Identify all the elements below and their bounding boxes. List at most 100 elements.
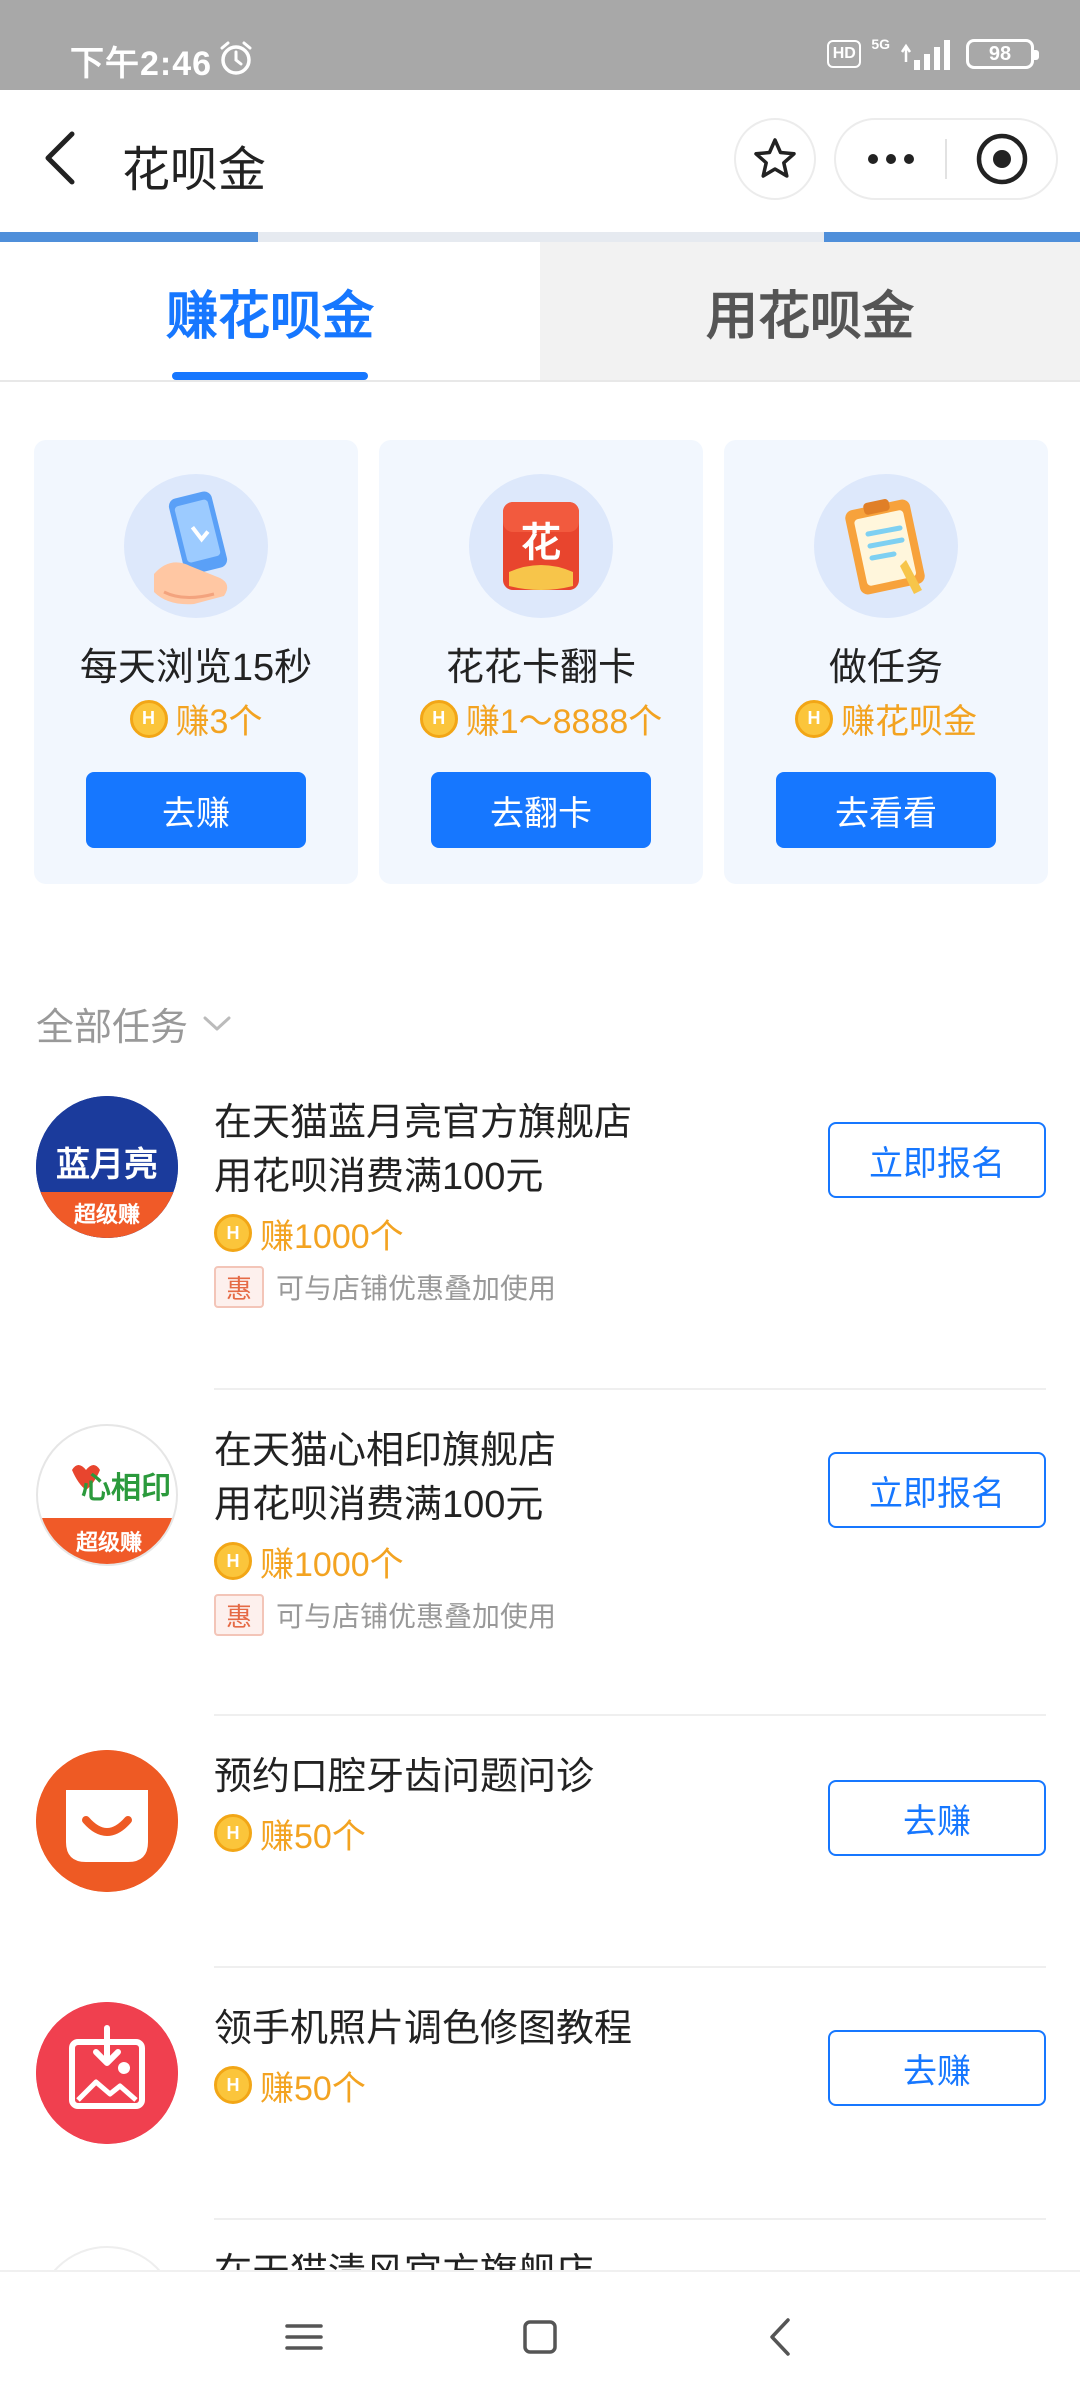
chevron-down-icon <box>203 1016 231 1030</box>
dental-service-logo <box>36 1750 178 1892</box>
tab-use[interactable]: 用花呗金 <box>540 242 1080 380</box>
enroll-button[interactable]: 立即报名 <box>828 1452 1046 1528</box>
task-item: 预约口腔牙齿问题问诊 H 赚50个 去赚 <box>36 1750 1046 1900</box>
target-icon <box>976 133 1027 185</box>
feature-cards: 每天浏览15秒 H 赚3个 去赚 花 花花卡翻卡 H 赚1～8888个 去翻卡 <box>34 440 1048 884</box>
discount-badge: 惠 <box>214 1266 264 1308</box>
flower-card-char: 花 <box>521 520 561 566</box>
task-note-text: 可与店铺优惠叠加使用 <box>276 1601 557 1632</box>
flower-card-icon: 花 <box>469 474 613 618</box>
coin-icon: H <box>214 1214 252 1252</box>
brand-logo-text: 蓝月亮 <box>56 1145 158 1185</box>
card-reward-text: 赚1～8888个 <box>465 703 663 741</box>
decorative-strip <box>0 232 1080 242</box>
task-divider <box>214 2218 1046 2220</box>
coin-icon: H <box>214 2066 252 2104</box>
tab-active-indicator <box>172 372 368 380</box>
page-title: 花呗金 <box>122 144 267 197</box>
brand-logo-text: 心相印 <box>81 1471 171 1506</box>
status-indicators: HD 5G 98 <box>827 36 1039 70</box>
card-reward-text: 赚花呗金 <box>841 703 977 741</box>
coin-icon: H <box>129 699 168 738</box>
task-title: 在天猫蓝月亮官方旗舰店 <box>214 1102 633 1144</box>
phone-hand-icon <box>124 474 268 618</box>
coin-icon: H <box>214 1814 252 1852</box>
coin-icon: H <box>214 1542 252 1580</box>
task-title: 用花呗消费满100元 <box>214 1484 544 1526</box>
strip-segment <box>824 232 1080 242</box>
discount-badge: 惠 <box>214 1594 264 1636</box>
card-reward: H 赚花呗金 <box>724 694 1048 743</box>
task-item: 领手机照片调色修图教程 H 赚50个 去赚 <box>36 2002 1046 2152</box>
task-text: 在天猫蓝月亮官方旗舰店 用花呗消费满100元 H 赚1000个 惠 可与店铺优惠… <box>214 1096 834 1308</box>
task-reward: H 赚1000个 <box>214 1538 834 1584</box>
mini-program-capsule <box>834 118 1058 200</box>
task-item: 蓝月亮 超级赚 在天猫蓝月亮官方旗舰店 用花呗消费满100元 H 赚1000个 … <box>36 1096 1046 1316</box>
home-square-icon[interactable] <box>515 2312 565 2362</box>
card-reward: H 赚1～8888个 <box>379 694 703 743</box>
hd-badge: HD <box>827 40 862 68</box>
star-icon <box>754 138 796 178</box>
strip-segment <box>0 232 258 242</box>
nav-bar: 花呗金 <box>0 90 1080 232</box>
task-reward-text: 赚50个 <box>260 1817 366 1856</box>
task-reward: H 赚50个 <box>214 2062 834 2108</box>
earn-button[interactable]: 去赚 <box>828 2030 1046 2106</box>
battery-indicator: 98 <box>966 39 1039 69</box>
task-divider <box>214 1714 1046 1716</box>
task-title: 预约口腔牙齿问题问诊 <box>214 1756 595 1798</box>
earn-button[interactable]: 去赚 <box>828 1780 1046 1856</box>
coin-icon: H <box>795 699 833 738</box>
brand-logo-sub: 超级赚 <box>74 1202 140 1228</box>
photo-tutorial-logo <box>36 2002 178 2144</box>
task-title: 用花呗消费满100元 <box>214 1156 544 1198</box>
system-nav-bar <box>0 2270 1080 2400</box>
brand-logo: 心相印 超级赚 <box>36 1424 178 1566</box>
card-title: 做任务 <box>828 647 943 689</box>
card-browse: 每天浏览15秒 H 赚3个 去赚 <box>34 440 358 884</box>
alarm-icon <box>220 41 252 75</box>
system-back-icon[interactable] <box>756 2312 806 2362</box>
task-title: 在天猫心相印旗舰店 <box>214 1430 557 1472</box>
task-divider <box>214 1966 1046 1968</box>
tab-use-label: 用花呗金 <box>705 287 914 346</box>
task-reward-text: 赚50个 <box>260 2069 366 2108</box>
brand-logo: 蓝月亮 超级赚 <box>36 1096 178 1238</box>
coin-icon: H <box>419 699 458 738</box>
network-label: 5G <box>871 36 890 52</box>
signal-icon <box>900 40 950 70</box>
dot-icon <box>885 154 896 164</box>
close-mini-program-button[interactable] <box>947 120 1056 198</box>
task-reward: H 赚1000个 <box>214 1210 834 1256</box>
card-title: 每天浏览15秒 <box>79 647 313 689</box>
status-time: 下午2:46 <box>70 45 213 83</box>
card-flip: 花 花花卡翻卡 H 赚1～8888个 去翻卡 <box>379 440 703 884</box>
status-bar: 下午2:46 HD 5G 98 <box>0 0 1080 90</box>
tab-earn[interactable]: 赚花呗金 <box>0 242 540 380</box>
more-button[interactable] <box>836 120 945 198</box>
enroll-button[interactable]: 立即报名 <box>828 1122 1046 1198</box>
card-flip-button[interactable]: 去翻卡 <box>431 772 651 848</box>
card-tasks-button[interactable]: 去看看 <box>776 772 996 848</box>
favorite-button[interactable] <box>734 118 816 200</box>
card-browse-button[interactable]: 去赚 <box>86 772 306 848</box>
tab-earn-label: 赚花呗金 <box>165 287 374 346</box>
menu-icon[interactable] <box>279 2312 329 2362</box>
task-note-text: 可与店铺优惠叠加使用 <box>276 1273 557 1304</box>
section-title: 全部任务 <box>36 1007 189 1049</box>
task-item: 心相印 超级赚 在天猫心相印旗舰店 用花呗消费满100元 H 赚1000个 惠 … <box>36 1424 1046 1644</box>
task-text: 在天猫心相印旗舰店 用花呗消费满100元 H 赚1000个 惠 可与店铺优惠叠加… <box>214 1424 834 1636</box>
task-filter-dropdown[interactable]: 全部任务 <box>36 996 232 1051</box>
card-reward: H 赚3个 <box>34 694 358 743</box>
task-note: 惠 可与店铺优惠叠加使用 <box>214 1266 834 1308</box>
dot-icon <box>903 154 914 164</box>
back-icon[interactable] <box>36 126 86 190</box>
clipboard-icon <box>814 474 958 618</box>
task-text: 预约口腔牙齿问题问诊 H 赚50个 <box>214 1750 834 1856</box>
brand-logo-sub: 超级赚 <box>76 1530 142 1556</box>
card-title: 花花卡翻卡 <box>445 647 636 689</box>
task-title: 领手机照片调色修图教程 <box>214 2008 633 2050</box>
task-reward-text: 赚1000个 <box>260 1545 404 1584</box>
task-reward-text: 赚1000个 <box>260 1217 404 1256</box>
card-reward-text: 赚3个 <box>175 703 263 741</box>
